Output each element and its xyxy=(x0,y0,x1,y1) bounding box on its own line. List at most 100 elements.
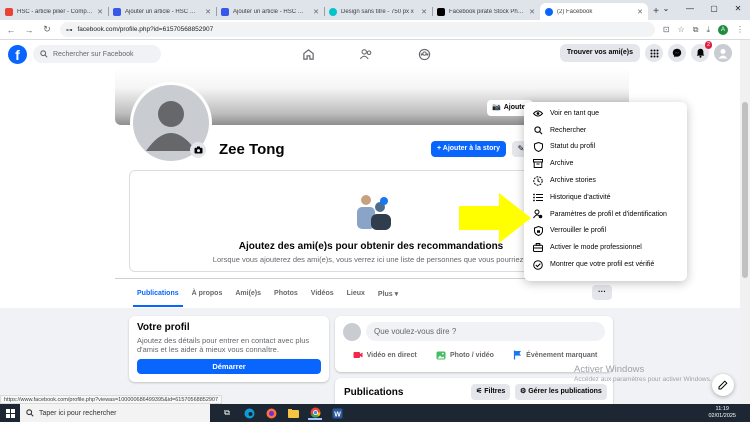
header-right: Trouver vos ami(e)s 2 xyxy=(559,41,732,62)
minimize-icon[interactable]: — xyxy=(678,0,702,20)
menu-item-professional-mode[interactable]: Activer le mode professionnel xyxy=(524,239,687,256)
browser-tab[interactable]: Ajouter un article - HSC — W ✕ xyxy=(216,3,324,20)
post-composer: Que voulez-vous dire ? Vidéo en direct P… xyxy=(335,316,613,372)
menu-item-search[interactable]: Rechercher xyxy=(524,122,687,139)
word-icon[interactable]: W xyxy=(330,406,344,420)
life-event-button[interactable]: Évènement marquant xyxy=(513,350,597,360)
taskbar-clock[interactable]: 11:19 02/01/2025 xyxy=(708,406,736,420)
profile-name: Zee Tong xyxy=(219,141,285,158)
menu-kebab-icon[interactable]: ⋮ xyxy=(736,25,744,34)
close-icon[interactable]: ✕ xyxy=(205,8,211,16)
search-icon xyxy=(26,409,34,417)
menu-item-archive-stories[interactable]: Archive stories xyxy=(524,172,687,189)
windows-start-icon[interactable] xyxy=(0,408,20,418)
tab-about[interactable]: À propos xyxy=(192,290,223,297)
apps-menu-icon[interactable] xyxy=(645,44,663,62)
facebook-search[interactable]: Rechercher sur Facebook xyxy=(33,45,161,63)
tab-videos[interactable]: Vidéos xyxy=(311,290,334,297)
forward-icon[interactable]: → xyxy=(24,25,34,35)
change-photo-camera-icon[interactable] xyxy=(190,142,206,158)
extensions-icon[interactable]: ⧉ xyxy=(693,25,699,35)
live-video-button[interactable]: Vidéo en direct xyxy=(353,350,417,360)
composer-actions: Vidéo en direct Photo / vidéo Évènement … xyxy=(343,350,607,360)
browser-tab[interactable]: Ajouter un article - HSC — W ✕ xyxy=(108,3,216,20)
tab-publications[interactable]: Publications xyxy=(133,290,183,307)
address-bar: ← → ↻ ⊶ facebook.com/profile.php?id=6157… xyxy=(0,20,750,40)
download-icon[interactable]: ⤓ xyxy=(706,25,710,35)
tab-photos[interactable]: Photos xyxy=(274,290,298,297)
taskbar-search-placeholder: Taper ici pour rechercher xyxy=(39,409,117,417)
reload-icon[interactable]: ↻ xyxy=(42,24,52,35)
menu-item-lock-profile[interactable]: Verrouiller le profil xyxy=(524,223,687,240)
close-icon[interactable]: ✕ xyxy=(97,8,103,16)
your-profile-card: Votre profil Ajoutez des détails pour en… xyxy=(129,316,329,382)
tab-more[interactable]: Plus ▾ xyxy=(378,290,398,298)
menu-item-label: Statut du profil xyxy=(550,143,596,151)
menu-item-verified-profile[interactable]: Montrer que votre profil est vérifié xyxy=(524,256,687,273)
photo-video-button[interactable]: Photo / vidéo xyxy=(436,350,494,360)
browser-tab[interactable]: Design sans titre - 750 px x ✕ xyxy=(324,3,432,20)
close-icon[interactable]: ✕ xyxy=(313,8,319,16)
close-icon[interactable]: ✕ xyxy=(529,8,535,16)
install-icon[interactable]: ⊡ xyxy=(663,25,670,34)
close-icon[interactable]: ✕ xyxy=(421,8,427,16)
tab-friends[interactable]: Ami(e)s xyxy=(235,290,261,297)
new-message-icon[interactable] xyxy=(712,374,734,396)
profile-avatar[interactable]: A xyxy=(718,24,728,35)
friends-icon[interactable] xyxy=(356,44,376,64)
canva-icon xyxy=(329,7,337,16)
notifications-bell-icon[interactable]: 2 xyxy=(691,41,712,62)
tab-places[interactable]: Lieux xyxy=(347,290,365,297)
start-button[interactable]: Démarrer xyxy=(137,359,321,374)
tab-search-icon[interactable]: ⌄ xyxy=(654,0,678,20)
search-icon xyxy=(40,50,48,58)
filters-label: Filtres xyxy=(484,388,506,395)
menu-item-label: Paramètres de profil et d'identification xyxy=(550,210,667,218)
manage-posts-label: Gérer les publications xyxy=(528,388,602,395)
maximize-icon[interactable]: ▢ xyxy=(702,0,726,20)
messenger-icon[interactable] xyxy=(668,44,686,62)
add-story-button[interactable]: + Ajouter à la story xyxy=(431,141,506,157)
edge-icon[interactable] xyxy=(242,406,256,420)
home-icon[interactable] xyxy=(298,44,318,64)
profile-options-menu: Voir en tant que Rechercher Statut du pr… xyxy=(524,102,687,281)
menu-item-activity-log[interactable]: Historique d'activité xyxy=(524,189,687,206)
browser-tab[interactable]: Facebook piraté Stock Photo ✕ xyxy=(432,3,540,20)
back-icon[interactable]: ← xyxy=(6,25,16,35)
profile-tabs: Publications À propos Ami(e)s Photos Vid… xyxy=(115,278,629,308)
task-view-icon[interactable]: ⧉ xyxy=(220,406,234,420)
browser-tab-active[interactable]: (2) Facebook ✕ xyxy=(540,3,648,20)
site-info-icon[interactable]: ⊶ xyxy=(66,26,73,34)
manage-posts-button[interactable]: ⚙ Gérer les publications xyxy=(515,384,607,400)
page-scrollbar[interactable] xyxy=(740,40,750,404)
facebook-logo[interactable]: f xyxy=(8,44,27,64)
more-options-button[interactable]: ··· xyxy=(592,285,612,300)
composer-avatar xyxy=(343,323,361,341)
tab-title: Facebook piraté Stock Photo xyxy=(449,8,526,15)
facebook-icon xyxy=(545,7,553,16)
taskbar-search[interactable]: Taper ici pour rechercher xyxy=(20,404,210,422)
browser-tab[interactable]: HSC - article pilier - Comptes ✕ xyxy=(0,3,108,20)
bookmark-star-icon[interactable]: ☆ xyxy=(678,25,685,34)
menu-item-profile-tagging-settings[interactable]: Paramètres de profil et d'identification xyxy=(524,206,687,223)
filters-button[interactable]: ⚟ Filtres xyxy=(471,384,511,400)
publications-title: Publications xyxy=(344,387,404,398)
composer-input[interactable]: Que voulez-vous dire ? xyxy=(366,322,605,341)
account-avatar[interactable] xyxy=(714,44,732,62)
scrollbar-thumb[interactable] xyxy=(742,102,748,278)
chrome-icon[interactable] xyxy=(308,406,322,420)
notification-badge: 2 xyxy=(704,41,712,49)
file-explorer-icon[interactable] xyxy=(286,406,300,420)
find-friends-button[interactable]: Trouver vos ami(e)s xyxy=(559,44,640,62)
close-window-icon[interactable]: ✕ xyxy=(726,0,750,20)
firefox-icon[interactable] xyxy=(264,406,278,420)
menu-item-profile-status[interactable]: Statut du profil xyxy=(524,139,687,156)
url-field[interactable]: ⊶ facebook.com/profile.php?id=6157056885… xyxy=(60,22,655,37)
close-icon[interactable]: ✕ xyxy=(637,8,643,16)
groups-icon[interactable] xyxy=(414,44,434,64)
main-nav xyxy=(298,44,434,64)
tab-title: Ajouter un article - HSC — W xyxy=(125,8,202,15)
menu-item-archive[interactable]: Archive xyxy=(524,155,687,172)
menu-item-view-as[interactable]: Voir en tant que xyxy=(524,105,687,122)
search-placeholder: Rechercher sur Facebook xyxy=(53,50,134,58)
